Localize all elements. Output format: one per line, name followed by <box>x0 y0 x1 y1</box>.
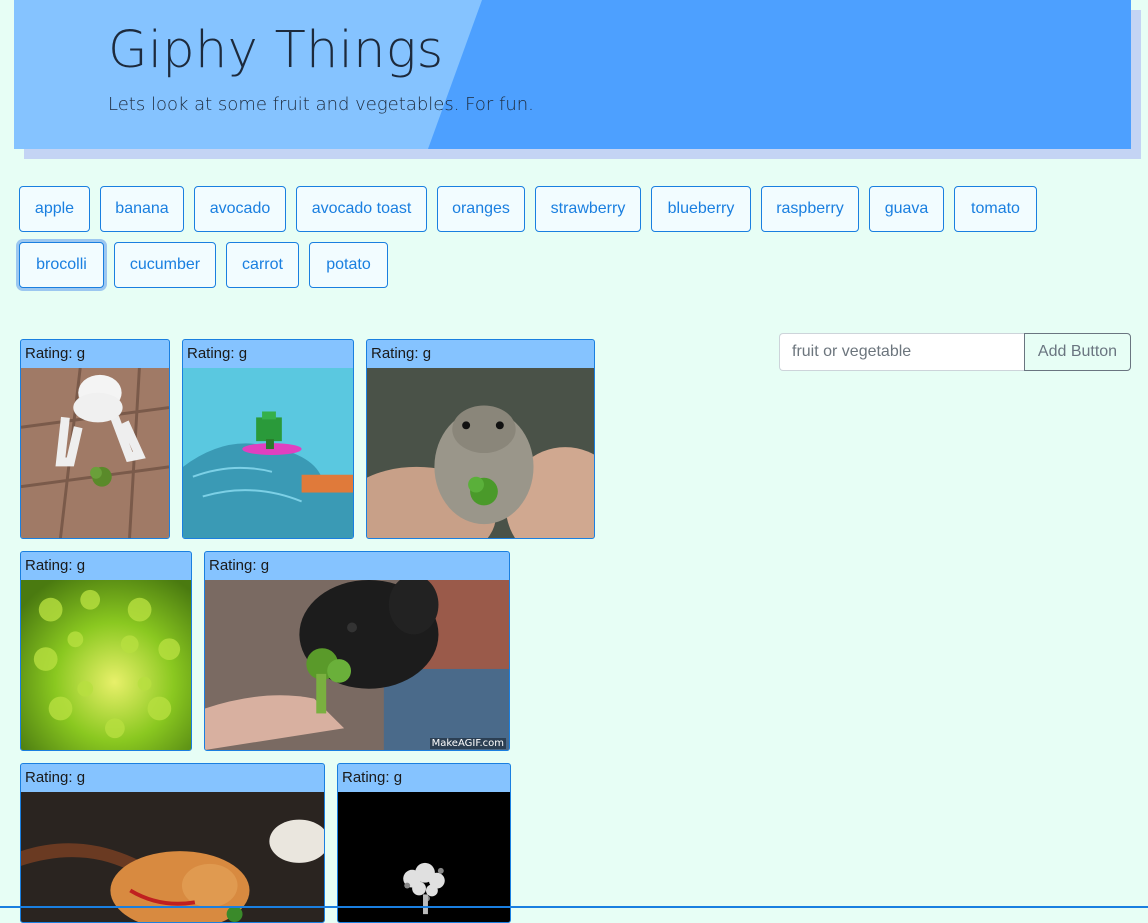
page-title: Giphy Things <box>108 21 444 80</box>
gif-card[interactable]: Rating: g <box>20 339 170 539</box>
topic-button-raspberry[interactable]: raspberry <box>761 186 859 232</box>
hamster-eating-broccoli-icon[interactable] <box>367 368 594 538</box>
topic-button-potato[interactable]: potato <box>309 242 388 288</box>
pixel-broccoli-surfing-icon[interactable] <box>183 368 353 538</box>
gif-card[interactable]: Rating: g <box>20 763 325 923</box>
topic-button-carrot[interactable]: carrot <box>226 242 299 288</box>
topic-button-avocado[interactable]: avocado <box>194 186 286 232</box>
gif-rating: Rating: g <box>209 557 270 574</box>
gif-card[interactable]: Rating: g <box>182 339 354 539</box>
gif-watermark: MakeAGIF.com <box>429 738 506 749</box>
topic-input[interactable] <box>779 333 1025 371</box>
gif-rating: Rating: g <box>187 345 248 362</box>
topic-button-oranges[interactable]: oranges <box>437 186 525 232</box>
page-subtitle: Lets look at some fruit and vegetables. … <box>108 94 534 115</box>
topic-button-avocado-toast[interactable]: avocado toast <box>296 186 427 232</box>
topic-button-apple[interactable]: apple <box>19 186 90 232</box>
gif-rating: Rating: g <box>25 345 86 362</box>
topic-button-strawberry[interactable]: strawberry <box>535 186 641 232</box>
puppy-eating-broccoli-icon[interactable]: MakeAGIF.com <box>205 580 509 750</box>
topic-button-banana[interactable]: banana <box>100 186 184 232</box>
topic-button-brocolli[interactable]: brocolli <box>19 242 104 288</box>
topic-button-blueberry[interactable]: blueberry <box>651 186 751 232</box>
gif-card[interactable]: Rating: g <box>366 339 595 539</box>
gif-card[interactable]: Rating: g <box>20 551 192 751</box>
romanesco-broccoli-icon[interactable] <box>21 580 191 750</box>
topic-button-cucumber[interactable]: cucumber <box>114 242 216 288</box>
add-button[interactable]: Add Button <box>1024 333 1131 371</box>
topic-button-guava[interactable]: guava <box>869 186 944 232</box>
gif-card[interactable]: Rating: g <box>337 763 511 923</box>
gif-rating: Rating: g <box>342 769 403 786</box>
dog-with-broccoli-icon[interactable] <box>21 368 169 538</box>
topic-button-tomato[interactable]: tomato <box>954 186 1037 232</box>
gif-card[interactable]: Rating: g MakeAGIF.com <box>204 551 510 751</box>
gif-rating: Rating: g <box>25 557 86 574</box>
gif-rating: Rating: g <box>25 769 86 786</box>
glowing-broccoli-dark-icon[interactable] <box>338 792 510 922</box>
cat-eating-broccoli-icon[interactable] <box>21 792 324 922</box>
header-banner: Giphy Things Lets look at some fruit and… <box>14 0 1131 149</box>
gif-rating: Rating: g <box>371 345 432 362</box>
